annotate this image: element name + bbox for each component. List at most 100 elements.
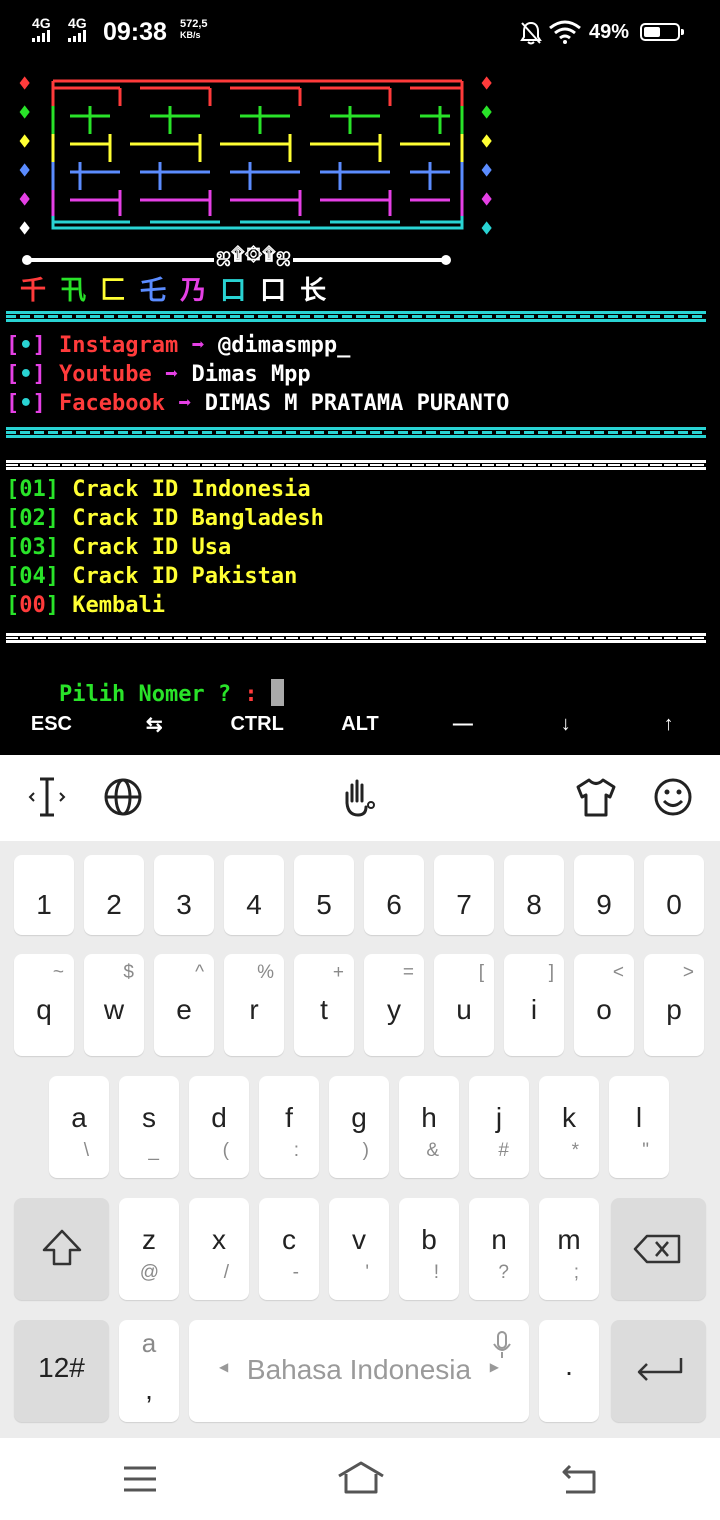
key-7[interactable]: 7 (434, 855, 494, 935)
key-t[interactable]: t + (294, 954, 354, 1056)
theme-shirt-icon[interactable] (574, 775, 618, 821)
key-5[interactable]: 5 (294, 855, 354, 935)
emoji-icon[interactable] (653, 775, 693, 821)
battery-percent: 49% (589, 21, 630, 43)
text-cursor-icon[interactable] (28, 775, 66, 821)
menu-item[interactable]: [03] Crack ID Usa (6, 533, 706, 562)
tab-key[interactable]: ⇆ (103, 694, 206, 754)
menu-item[interactable]: [00] Kembali (6, 591, 706, 620)
bullet-bracket: ] (32, 391, 59, 416)
key-alt-label: ( (222, 1140, 229, 1161)
key-alt-label: % (257, 962, 274, 983)
symbols-key[interactable]: 12# (14, 1320, 109, 1422)
diamond-icon: ♦ (480, 188, 494, 213)
key-n[interactable]: n? (469, 1198, 529, 1300)
home-icon[interactable] (336, 1460, 386, 1496)
key-alt-label: - (292, 1262, 299, 1283)
enter-key[interactable] (611, 1320, 706, 1422)
key-label: q (36, 994, 52, 1025)
key-x[interactable]: x / (189, 1198, 249, 1300)
gesture-icon[interactable] (340, 775, 380, 821)
globe-icon[interactable] (103, 775, 143, 821)
key-4[interactable]: 4 (224, 855, 284, 935)
menu-item[interactable]: [01] Crack ID Indonesia (6, 475, 706, 504)
back-icon[interactable] (560, 1462, 600, 1496)
menu-item[interactable]: [04] Crack ID Pakistan (6, 562, 706, 591)
key-3[interactable]: 3 (154, 855, 214, 935)
signal-icon-1 (32, 30, 54, 42)
speed-value: 572,5 (180, 18, 208, 30)
shift-key[interactable] (14, 1198, 109, 1300)
key-8[interactable]: 8 (504, 855, 564, 935)
bullet-dot: • (19, 362, 33, 387)
key-j[interactable]: j # (469, 1076, 529, 1178)
key-s[interactable]: s _ (119, 1076, 179, 1178)
key-e[interactable]: e ^ (154, 954, 214, 1056)
diamond-icon: ♦ (18, 188, 32, 213)
banner-text: 千卂匚乇乃口口长 (20, 274, 326, 308)
key-i[interactable]: i] (504, 954, 564, 1056)
banner-char: 长 (300, 276, 327, 306)
dash-key[interactable]: — (411, 694, 514, 754)
menu-label: Crack ID Bangladesh (72, 506, 324, 531)
menu-icon[interactable] (122, 1464, 158, 1494)
key-w[interactable]: w $ (84, 954, 144, 1056)
key-g[interactable]: g) (329, 1076, 389, 1178)
key-0[interactable]: 0 (644, 855, 704, 935)
banner-char: 口 (260, 276, 287, 306)
diamond-icon: ♦ (480, 130, 494, 155)
arrow-down-key[interactable]: ↓ (514, 694, 617, 754)
battery-fill (644, 27, 660, 37)
social-name: Youtube (59, 362, 152, 387)
key-f[interactable]: f: (259, 1076, 319, 1178)
key-alt-label: > (682, 962, 694, 983)
key-9[interactable]: 9 (574, 855, 634, 935)
key-u[interactable]: u[ (434, 954, 494, 1056)
key-l[interactable]: l " (609, 1076, 669, 1178)
cyan-separator (6, 427, 706, 438)
alt-key[interactable]: ALT (309, 694, 412, 754)
menu-item[interactable]: [02] Crack ID Bangladesh (6, 504, 706, 533)
key-d[interactable]: d( (189, 1076, 249, 1178)
banner-char: 口 (220, 276, 247, 306)
menu-label: Crack ID Usa (72, 535, 232, 560)
key-q[interactable]: q ~ (14, 954, 74, 1056)
bullet-bracket: ] (32, 333, 59, 358)
key-k[interactable]: k * (539, 1076, 599, 1178)
menu-bracket: ] (45, 477, 73, 502)
key-label: n (491, 1224, 507, 1255)
menu-label: Kembali (72, 593, 165, 618)
key-c[interactable]: c- (259, 1198, 319, 1300)
key-r[interactable]: r% (224, 954, 284, 1056)
comma-key[interactable]: a , (119, 1320, 179, 1422)
arrow-icon: ➡ (151, 362, 192, 387)
key-p[interactable]: p > (644, 954, 704, 1056)
key-label: j (495, 1102, 503, 1133)
menu-number: 00 (19, 593, 46, 618)
backspace-key[interactable] (611, 1198, 706, 1300)
key-label: g (351, 1102, 367, 1133)
arrow-up-key[interactable]: ↑ (617, 694, 720, 754)
soft-keyboard: 12# a , ◀ Bahasa Indonesia ▶ . 1 2 3 4 5 6 7 8 9… (0, 841, 720, 1438)
key-2[interactable]: 2 (84, 855, 144, 935)
terminal[interactable]: ♦ ♦ ♦ ♦ ♦ ♦ ♦ ♦ ♦ ♦ ♦ ♦ ஜ۩۞۩ஜ 千卂匚乇乃口 口 长… (0, 64, 720, 754)
key-label: s (142, 1102, 156, 1133)
key-h[interactable]: h & (399, 1076, 459, 1178)
key-o[interactable]: o < (574, 954, 634, 1056)
key-b[interactable]: b! (399, 1198, 459, 1300)
menu-label: Crack ID Indonesia (72, 477, 311, 502)
key-6[interactable]: 6 (364, 855, 424, 935)
period-key[interactable]: . (539, 1320, 599, 1422)
key-y[interactable]: y = (364, 954, 424, 1056)
key-z[interactable]: z @ (119, 1198, 179, 1300)
key-a[interactable]: a \ (49, 1076, 109, 1178)
key-v[interactable]: v ' (329, 1198, 389, 1300)
key-label: 7 (456, 889, 472, 920)
menu-bracket: [ (6, 593, 20, 618)
key-m[interactable]: m; (539, 1198, 599, 1300)
key-1[interactable]: 1 (14, 855, 74, 935)
ctrl-key[interactable]: CTRL (206, 694, 309, 754)
social-value: Dimas Mpp (191, 362, 311, 387)
space-bar[interactable]: ◀ Bahasa Indonesia ▶ (189, 1320, 529, 1422)
esc-key[interactable]: ESC (0, 694, 103, 754)
